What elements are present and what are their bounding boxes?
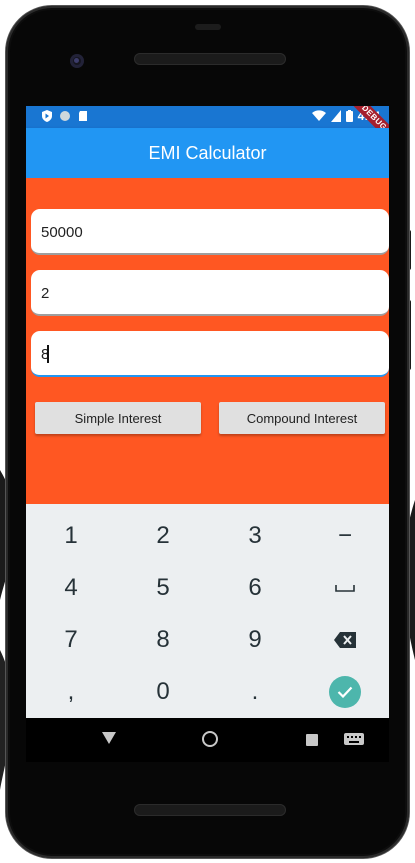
calculator-form: Simple Interest Compound Interest [26, 178, 389, 504]
keyboard-switch-icon[interactable] [344, 733, 364, 747]
simple-interest-button[interactable]: Simple Interest [35, 402, 201, 434]
back-icon[interactable] [102, 732, 116, 744]
key-3[interactable]: 3 [210, 510, 300, 562]
key-4[interactable]: 4 [26, 562, 116, 614]
check-icon [337, 686, 353, 698]
years-input[interactable] [39, 270, 373, 316]
text-cursor [47, 345, 49, 363]
key-space[interactable] [300, 562, 389, 614]
enter-button [329, 676, 361, 708]
app-bar: EMI Calculator [26, 128, 389, 178]
play-protect-icon [42, 110, 52, 122]
key-5[interactable]: 5 [118, 562, 208, 614]
space-icon [335, 585, 355, 592]
key-minus[interactable]: − [300, 510, 389, 562]
sd-card-icon [79, 111, 87, 121]
home-icon[interactable] [201, 730, 219, 748]
battery-icon [345, 110, 353, 122]
key-8[interactable]: 8 [118, 614, 208, 666]
recents-icon[interactable] [306, 734, 318, 746]
years-field[interactable] [31, 270, 389, 316]
navigation-bar [26, 718, 389, 762]
rate-input[interactable] [39, 331, 373, 377]
key-enter[interactable] [300, 666, 389, 718]
front-camera [70, 54, 84, 68]
key-backspace[interactable] [300, 614, 389, 666]
key-9[interactable]: 9 [210, 614, 300, 666]
top-sensor [195, 24, 221, 30]
numeric-keyboard: 1 2 3 − 4 5 6 7 8 9 , 0 . [26, 504, 389, 718]
key-period[interactable]: . [210, 666, 300, 718]
compound-interest-button[interactable]: Compound Interest [219, 402, 385, 434]
rate-field[interactable] [31, 331, 389, 377]
circle-status-icon [60, 111, 70, 121]
key-7[interactable]: 7 [26, 614, 116, 666]
key-6[interactable]: 6 [210, 562, 300, 614]
cell-signal-icon [330, 110, 341, 122]
key-0[interactable]: 0 [118, 666, 208, 718]
status-left-icons [41, 110, 89, 122]
key-2[interactable]: 2 [118, 510, 208, 562]
principal-input[interactable] [39, 209, 373, 255]
app-title: EMI Calculator [148, 143, 267, 163]
device-screen: 4:11 DEBUG EMI Calculator Simple Interes… [26, 106, 389, 718]
backspace-icon [334, 632, 356, 648]
bottom-speaker-grille [134, 804, 286, 816]
principal-field[interactable] [31, 209, 389, 255]
status-bar: 4:11 DEBUG [26, 106, 389, 146]
key-1[interactable]: 1 [26, 510, 116, 562]
key-comma[interactable]: , [26, 666, 116, 718]
top-speaker-grille [134, 53, 286, 65]
wifi-icon [311, 110, 326, 121]
